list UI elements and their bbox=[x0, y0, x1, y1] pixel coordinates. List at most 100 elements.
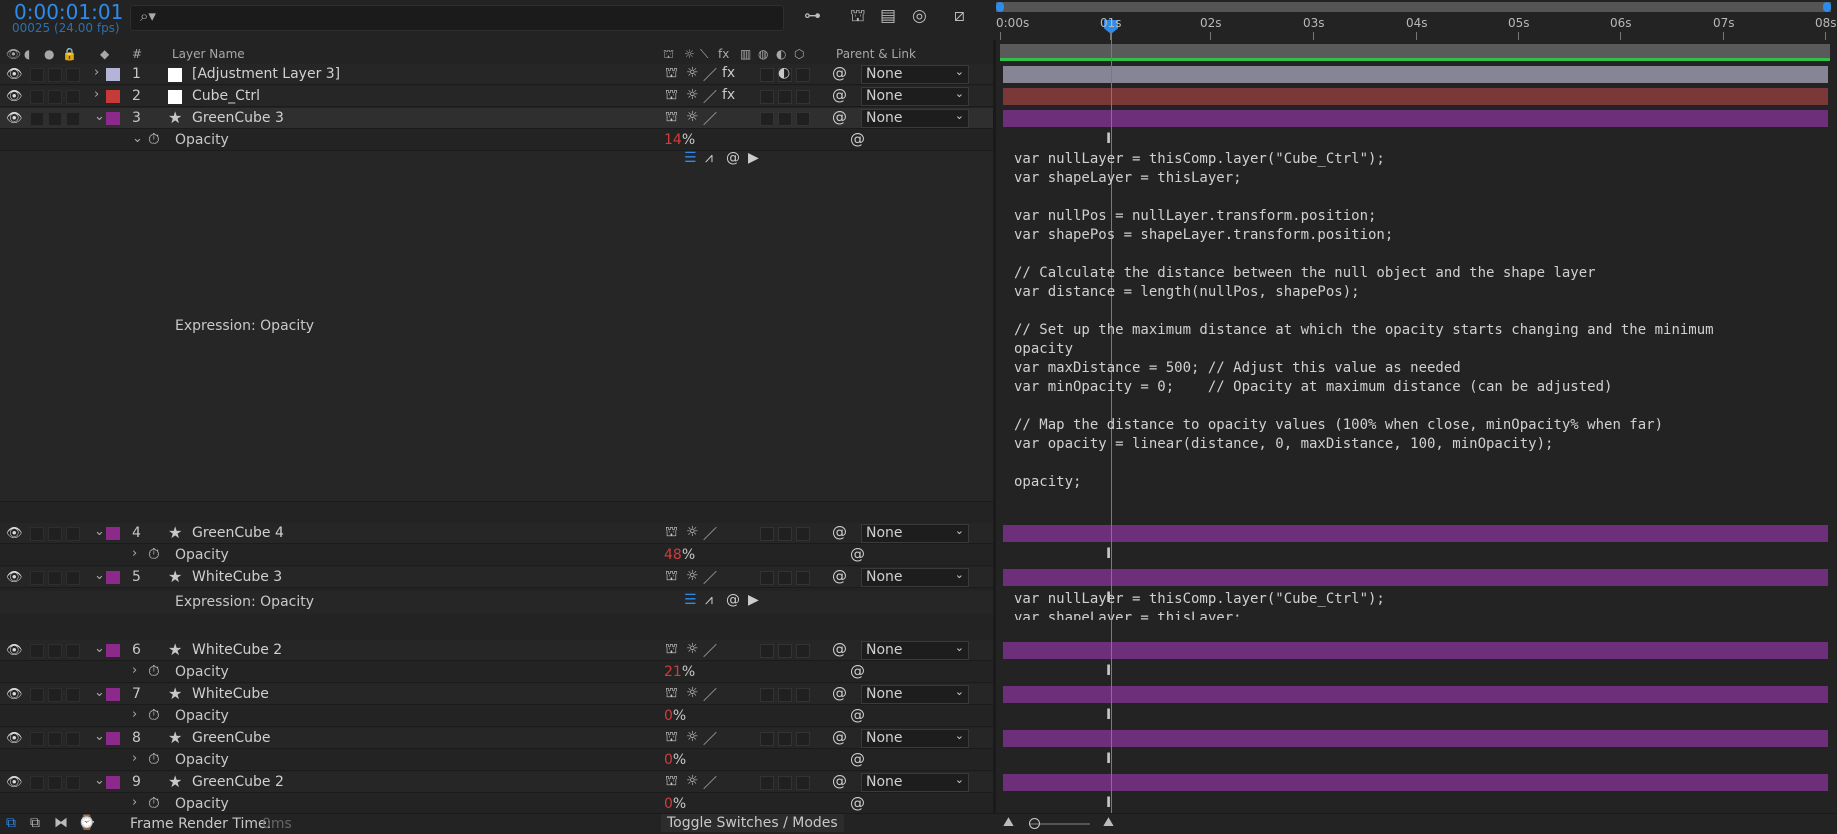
visibility-eye-icon[interactable]: 👁 bbox=[6, 111, 23, 126]
switch-box[interactable] bbox=[48, 68, 62, 82]
layer-row[interactable]: 👁 ⌄ 7 ★ WhiteCube ⛫ ☼ ／ @ None ⌄ bbox=[0, 684, 993, 705]
pick-whip-icon[interactable]: @ bbox=[850, 750, 865, 768]
layer-name[interactable]: Cube_Ctrl bbox=[192, 88, 260, 104]
layer-row[interactable]: 👁 › 2 Cube_Ctrl ⛫ ☼ ／ fx @ None ⌄ bbox=[0, 86, 993, 107]
expression-code-line[interactable]: // Calculate the distance between the nu… bbox=[1014, 265, 1596, 281]
collapse-switch-icon[interactable]: ☼ bbox=[686, 87, 699, 103]
label-color-swatch[interactable] bbox=[106, 776, 120, 789]
switch-box[interactable] bbox=[30, 68, 44, 82]
zoom-slider-handle[interactable] bbox=[1029, 818, 1040, 829]
quality-switch-icon[interactable]: ／ bbox=[703, 109, 717, 129]
opacity-number[interactable]: 48 bbox=[664, 547, 682, 563]
layer-switches-icon[interactable]: ⧉ bbox=[6, 815, 16, 831]
expression-code-line[interactable]: var nullLayer = thisComp.layer("Cube_Ctr… bbox=[1014, 151, 1385, 167]
switch-box[interactable] bbox=[778, 776, 792, 790]
expression-editor-area[interactable] bbox=[0, 591, 993, 614]
opacity-number[interactable]: 21 bbox=[664, 664, 682, 680]
label-color-swatch[interactable] bbox=[106, 112, 120, 125]
switch-box[interactable] bbox=[66, 644, 80, 658]
collapse-switch-icon[interactable]: ☼ bbox=[686, 641, 699, 657]
pick-whip-icon[interactable]: @ bbox=[832, 108, 847, 126]
property-row[interactable]: › ⏱ Opacity 21% @ bbox=[0, 662, 993, 683]
visibility-eye-icon[interactable]: 👁 bbox=[6, 570, 23, 585]
expression-enable-icon[interactable]: ☰ bbox=[684, 150, 697, 166]
chevron-down-icon[interactable]: ⌄ bbox=[94, 524, 105, 539]
shy-switch-icon[interactable]: ⛫ bbox=[665, 524, 678, 542]
chevron-right-icon[interactable]: › bbox=[94, 65, 99, 80]
opacity-number[interactable]: 0 bbox=[664, 708, 673, 724]
parent-link-header[interactable]: Parent & Link bbox=[836, 47, 916, 61]
parent-dropdown[interactable]: None ⌄ bbox=[861, 641, 969, 660]
expression-language-menu-icon[interactable]: ▶ bbox=[748, 592, 759, 608]
switch-box[interactable] bbox=[778, 688, 792, 702]
fx-switch-header-icon[interactable]: fx bbox=[718, 47, 729, 61]
work-area-navigator[interactable] bbox=[996, 2, 1831, 12]
switch-box[interactable] bbox=[760, 571, 774, 585]
visibility-eye-icon[interactable]: 👁 bbox=[6, 67, 23, 82]
layer-name-header[interactable]: Layer Name bbox=[172, 47, 245, 61]
switch-box[interactable] bbox=[66, 90, 80, 104]
expression-code-line[interactable]: var nullPos = nullLayer.transform.positi… bbox=[1014, 208, 1376, 224]
expression-pickwhip-icon[interactable]: @ bbox=[726, 592, 740, 608]
expression-enable-icon[interactable]: ☰ bbox=[684, 592, 697, 608]
visibility-eye-icon[interactable]: 👁 bbox=[6, 687, 23, 702]
layer-duration-bar[interactable] bbox=[1003, 525, 1828, 542]
switch-box[interactable] bbox=[48, 644, 62, 658]
motion-blur-header-icon[interactable]: ◍ bbox=[758, 47, 768, 61]
frame-blend-header-icon[interactable]: ▥ bbox=[740, 47, 751, 61]
chevron-right-icon[interactable]: › bbox=[132, 795, 137, 810]
pick-whip-icon[interactable]: @ bbox=[850, 545, 865, 563]
stopwatch-icon[interactable]: ⏱ bbox=[148, 794, 160, 812]
chevron-right-icon[interactable]: › bbox=[132, 707, 137, 722]
quality-switch-icon[interactable]: ／ bbox=[703, 524, 717, 544]
switch-box[interactable] bbox=[778, 112, 792, 126]
visibility-eye-icon[interactable]: 👁 bbox=[6, 526, 23, 541]
chevron-down-icon[interactable]: ⌄ bbox=[132, 131, 143, 146]
layer-name[interactable]: GreenCube bbox=[192, 730, 271, 746]
frame-blending-icon[interactable]: ▤ bbox=[880, 6, 896, 26]
parent-dropdown[interactable]: None ⌄ bbox=[861, 65, 969, 84]
layer-row[interactable]: 👁 › 1 [Adjustment Layer 3] ⛫ ☼ ／ fx ◐ @ None ⌄ bbox=[0, 64, 993, 85]
switch-box[interactable] bbox=[760, 90, 774, 104]
switch-box[interactable] bbox=[796, 688, 810, 702]
quality-switch-icon[interactable]: ／ bbox=[703, 729, 717, 749]
switch-box[interactable] bbox=[796, 776, 810, 790]
layer-row[interactable]: 👁 ⌄ 4 ★ GreenCube 4 ⛫ ☼ ／ @ None ⌄ bbox=[0, 523, 993, 544]
label-color-swatch[interactable] bbox=[106, 527, 120, 540]
switch-box[interactable] bbox=[66, 112, 80, 126]
fx-switch-icon[interactable]: fx bbox=[722, 65, 735, 81]
pick-whip-icon[interactable]: @ bbox=[832, 640, 847, 658]
property-row[interactable]: › ⏱ Opacity 48% @ bbox=[0, 545, 993, 566]
switch-box[interactable] bbox=[796, 68, 810, 82]
chevron-down-icon[interactable]: ⌄ bbox=[94, 729, 105, 744]
pick-whip-icon[interactable]: @ bbox=[832, 772, 847, 790]
switch-box[interactable] bbox=[796, 90, 810, 104]
pick-whip-icon[interactable]: @ bbox=[832, 523, 847, 541]
switch-box[interactable] bbox=[48, 688, 62, 702]
property-row[interactable]: › ⏱ Opacity 0% @ bbox=[0, 706, 993, 727]
expression-pickwhip-icon[interactable]: @ bbox=[726, 150, 740, 166]
layer-row[interactable]: 👁 ⌄ 9 ★ GreenCube 2 ⛫ ☼ ／ @ None ⌄ bbox=[0, 772, 993, 793]
visibility-eye-icon[interactable]: 👁 bbox=[6, 89, 23, 104]
layer-duration-bar[interactable] bbox=[1003, 110, 1828, 127]
switch-box[interactable] bbox=[30, 90, 44, 104]
switch-box[interactable] bbox=[796, 527, 810, 541]
expression-code-line[interactable]: opacity; bbox=[1014, 474, 1081, 490]
expression-code-line[interactable]: var shapeLayer = thisLayer; bbox=[1014, 610, 1242, 620]
pick-whip-icon[interactable]: @ bbox=[832, 684, 847, 702]
label-column-icon[interactable]: ◆ bbox=[100, 47, 109, 61]
switch-box[interactable] bbox=[760, 732, 774, 746]
shy-switch-icon[interactable]: ⛫ bbox=[665, 729, 678, 747]
render-time-icon[interactable]: ⌚ bbox=[78, 815, 95, 831]
property-row[interactable]: ⌄ ⏱ Opacity 14% @ bbox=[0, 130, 993, 151]
motion-blur-icon[interactable]: ◎ bbox=[912, 6, 927, 26]
switch-box[interactable] bbox=[760, 527, 774, 541]
switch-box[interactable] bbox=[796, 732, 810, 746]
pick-whip-icon[interactable]: @ bbox=[832, 86, 847, 104]
expression-graph-icon[interactable]: ⩘ bbox=[705, 150, 713, 166]
shy-switch-icon[interactable]: ⛫ bbox=[665, 773, 678, 791]
shy-switch-icon[interactable]: ⛫ bbox=[665, 685, 678, 703]
expression-code-line[interactable]: var nullLayer = thisComp.layer("Cube_Ctr… bbox=[1014, 591, 1385, 607]
layer-row[interactable]: 👁 ⌄ 8 ★ GreenCube ⛫ ☼ ／ @ None ⌄ bbox=[0, 728, 993, 749]
shy-switch-icon[interactable]: ⛫ bbox=[665, 87, 678, 105]
